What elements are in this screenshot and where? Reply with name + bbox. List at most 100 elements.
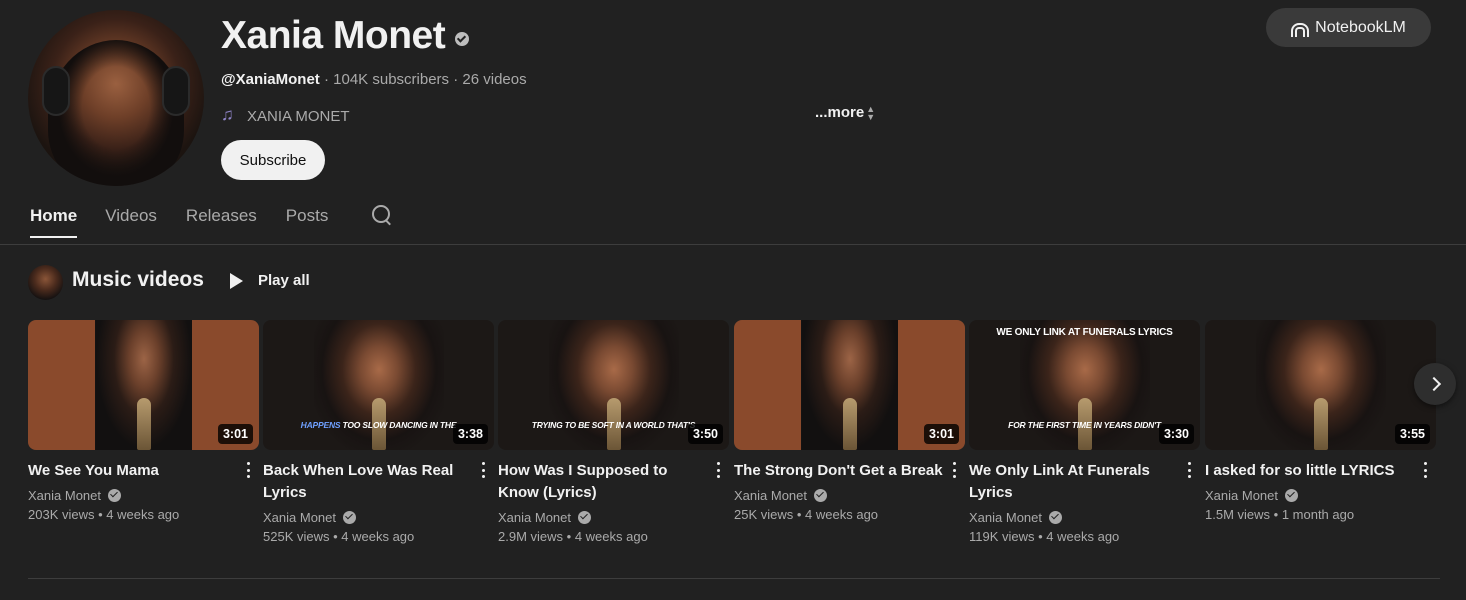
video-title[interactable]: I asked for so little LYRICS	[1205, 460, 1414, 482]
video-age: 4 weeks ago	[574, 529, 648, 544]
video-views: 525K views	[263, 529, 330, 544]
video-age: 1 month ago	[1281, 507, 1355, 522]
more-button[interactable]: ...more ▲ ▼	[815, 104, 875, 121]
notebooklm-icon	[1291, 21, 1310, 37]
microphone-shape	[136, 398, 151, 450]
verified-badge-icon	[455, 32, 470, 46]
meta-separator: ·	[323, 71, 334, 88]
notebooklm-button[interactable]: NotebookLM	[1266, 8, 1431, 47]
video-count: 26 videos	[462, 71, 527, 88]
expand-arrows-icon: ▲ ▼	[866, 103, 876, 122]
video-duration: 3:01	[217, 424, 253, 444]
avatar-hair-shape	[48, 40, 184, 186]
tab-divider	[0, 244, 1466, 245]
video-channel[interactable]: Xania Monet	[734, 488, 807, 503]
video-thumbnail[interactable]: TRYING TO BE SOFT IN A WORLD THAT'S 3:50	[498, 320, 729, 450]
stats-separator: •	[94, 507, 107, 522]
verified-badge-icon	[814, 489, 827, 502]
more-vert-icon[interactable]	[713, 460, 723, 480]
channel-name: Xania Monet	[221, 14, 446, 57]
video-age: 4 weeks ago	[341, 529, 415, 544]
video-card[interactable]: 3:01 The Strong Don't Get a Break Xania …	[734, 320, 965, 522]
video-age: 4 weeks ago	[1046, 529, 1120, 544]
video-age: 4 weeks ago	[106, 507, 180, 522]
video-card[interactable]: 3:55 I asked for so little LYRICS Xania …	[1205, 320, 1436, 522]
search-icon[interactable]	[371, 204, 393, 226]
video-thumbnail[interactable]: WE ONLY LINK AT FUNERALS LYRICS FOR THE …	[969, 320, 1200, 450]
verified-badge-icon	[578, 511, 591, 524]
video-channel[interactable]: Xania Monet	[263, 510, 336, 525]
thumbnail-title-text: WE ONLY LINK AT FUNERALS LYRICS	[996, 327, 1173, 338]
artist-label: XANIA MONET	[247, 107, 350, 125]
video-title[interactable]: We See You Mama	[28, 460, 237, 482]
video-duration: 3:01	[923, 424, 959, 444]
subscribe-button[interactable]: Subscribe	[221, 140, 325, 180]
section-title[interactable]: Music videos	[72, 268, 204, 292]
more-vert-icon[interactable]	[1420, 460, 1430, 480]
notebooklm-label: NotebookLM	[1315, 18, 1406, 36]
video-views: 25K views	[734, 507, 794, 522]
microphone-shape	[842, 398, 857, 450]
more-vert-icon[interactable]	[949, 460, 959, 480]
more-vert-icon[interactable]	[1184, 460, 1194, 480]
video-channel[interactable]: Xania Monet	[498, 510, 571, 525]
video-thumbnail[interactable]: 3:01	[28, 320, 259, 450]
artist-link[interactable]: XANIA MONET	[221, 105, 350, 125]
play-icon	[230, 272, 243, 289]
channel-avatar[interactable]	[28, 10, 204, 186]
chevron-right-icon[interactable]	[1414, 363, 1456, 405]
video-title[interactable]: Back When Love Was Real Lyrics	[263, 460, 472, 504]
video-thumbnail[interactable]: 3:01	[734, 320, 965, 450]
stats-separator: •	[563, 529, 575, 544]
channel-handle: @XaniaMonet	[221, 71, 320, 88]
video-channel[interactable]: Xania Monet	[1205, 488, 1278, 503]
music-note-icon	[221, 105, 239, 125]
verified-badge-icon	[343, 511, 356, 524]
microphone-shape	[1313, 398, 1328, 450]
headphone-left-shape	[42, 66, 70, 116]
video-card[interactable]: HAPPENS TOO SLOW DANCING IN THE 3:38 Bac…	[263, 320, 494, 544]
verified-badge-icon	[108, 489, 121, 502]
video-duration: 3:55	[1394, 424, 1430, 444]
video-age: 4 weeks ago	[805, 507, 879, 522]
play-all-button[interactable]: Play all	[226, 272, 310, 289]
channel-name-heading: Xania Monet	[221, 14, 470, 58]
video-views: 2.9M views	[498, 529, 564, 544]
more-label: ...more	[815, 104, 865, 121]
verified-badge-icon	[1285, 489, 1298, 502]
play-all-label: Play all	[258, 272, 310, 289]
tab-videos[interactable]: Videos	[105, 206, 157, 238]
stats-separator: •	[1270, 507, 1282, 522]
video-views: 119K views	[969, 529, 1035, 544]
verified-badge-icon	[1049, 511, 1062, 524]
video-thumbnail[interactable]: 3:55	[1205, 320, 1436, 450]
video-duration: 3:38	[452, 424, 488, 444]
tab-home[interactable]: Home	[30, 206, 78, 238]
video-thumbnail[interactable]: HAPPENS TOO SLOW DANCING IN THE 3:38	[263, 320, 494, 450]
stats-separator: •	[1034, 529, 1047, 544]
video-duration: 3:50	[687, 424, 723, 444]
more-vert-icon[interactable]	[478, 460, 488, 480]
stats-separator: •	[793, 507, 806, 522]
video-title[interactable]: The Strong Don't Get a Break	[734, 460, 943, 482]
video-title[interactable]: We Only Link At Funerals Lyrics	[969, 460, 1178, 504]
video-channel[interactable]: Xania Monet	[969, 510, 1042, 525]
video-views: 203K views	[28, 507, 95, 522]
video-channel[interactable]: Xania Monet	[28, 488, 101, 503]
channel-meta: @XaniaMonet · 104K subscribers · 26 vide…	[221, 71, 527, 88]
section-avatar	[28, 265, 63, 300]
headphone-right-shape	[162, 66, 190, 116]
video-duration: 3:30	[1158, 424, 1194, 444]
video-title[interactable]: How Was I Supposed to Know (Lyrics)	[498, 460, 707, 504]
subscriber-count: 104K subscribers	[333, 71, 450, 88]
video-card[interactable]: TRYING TO BE SOFT IN A WORLD THAT'S 3:50…	[498, 320, 729, 544]
more-vert-icon[interactable]	[243, 460, 253, 480]
tab-posts[interactable]: Posts	[286, 206, 329, 238]
stats-separator: •	[329, 529, 342, 544]
channel-tabs: Home Videos Releases Posts	[30, 204, 393, 238]
tab-releases[interactable]: Releases	[186, 206, 257, 238]
video-card[interactable]: 3:01 We See You Mama Xania Monet 203K vi…	[28, 320, 259, 522]
section-divider	[28, 578, 1440, 579]
video-views: 1.5M views	[1205, 507, 1271, 522]
video-card[interactable]: WE ONLY LINK AT FUNERALS LYRICS FOR THE …	[969, 320, 1200, 544]
